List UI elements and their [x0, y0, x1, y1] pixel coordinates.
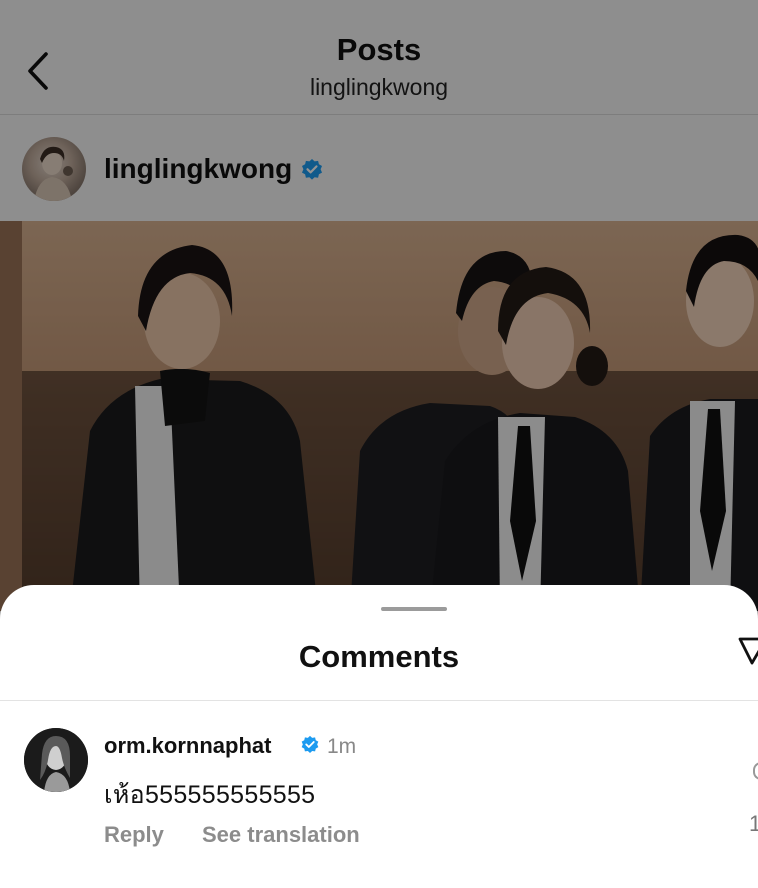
sheet-drag-handle[interactable]: [381, 607, 447, 611]
post-image[interactable]: [0, 221, 758, 611]
comment-text: เห้อ555555555555: [104, 781, 316, 809]
commenter-avatar-image: [24, 728, 88, 792]
reply-button[interactable]: Reply: [104, 822, 164, 848]
post-author-username[interactable]: linglingkwong: [104, 153, 292, 185]
avatar[interactable]: [22, 137, 86, 201]
like-heart-icon[interactable]: [753, 762, 758, 780]
top-bar: Posts linglingkwong: [0, 0, 758, 115]
avatar-image: [34, 146, 73, 201]
page-subtitle: linglingkwong: [309, 74, 449, 100]
commenter-avatar[interactable]: [24, 728, 88, 792]
see-translation-button[interactable]: See translation: [202, 822, 360, 848]
verified-badge-icon: [302, 159, 322, 180]
comments-sheet: Comments orm.kornnaphat 1m เห้อ555555555…: [0, 585, 758, 888]
post-author-row[interactable]: linglingkwong: [0, 115, 758, 221]
comment-timestamp: 1m: [327, 735, 357, 758]
divider: [0, 700, 758, 701]
post-photo: [0, 221, 758, 611]
like-count: 1: [749, 811, 758, 836]
page-title: Posts: [336, 32, 422, 67]
share-icon[interactable]: [738, 635, 758, 665]
comments-title: Comments: [298, 639, 460, 674]
comment-username[interactable]: orm.kornnaphat: [104, 733, 271, 759]
verified-badge-icon: [301, 735, 319, 753]
